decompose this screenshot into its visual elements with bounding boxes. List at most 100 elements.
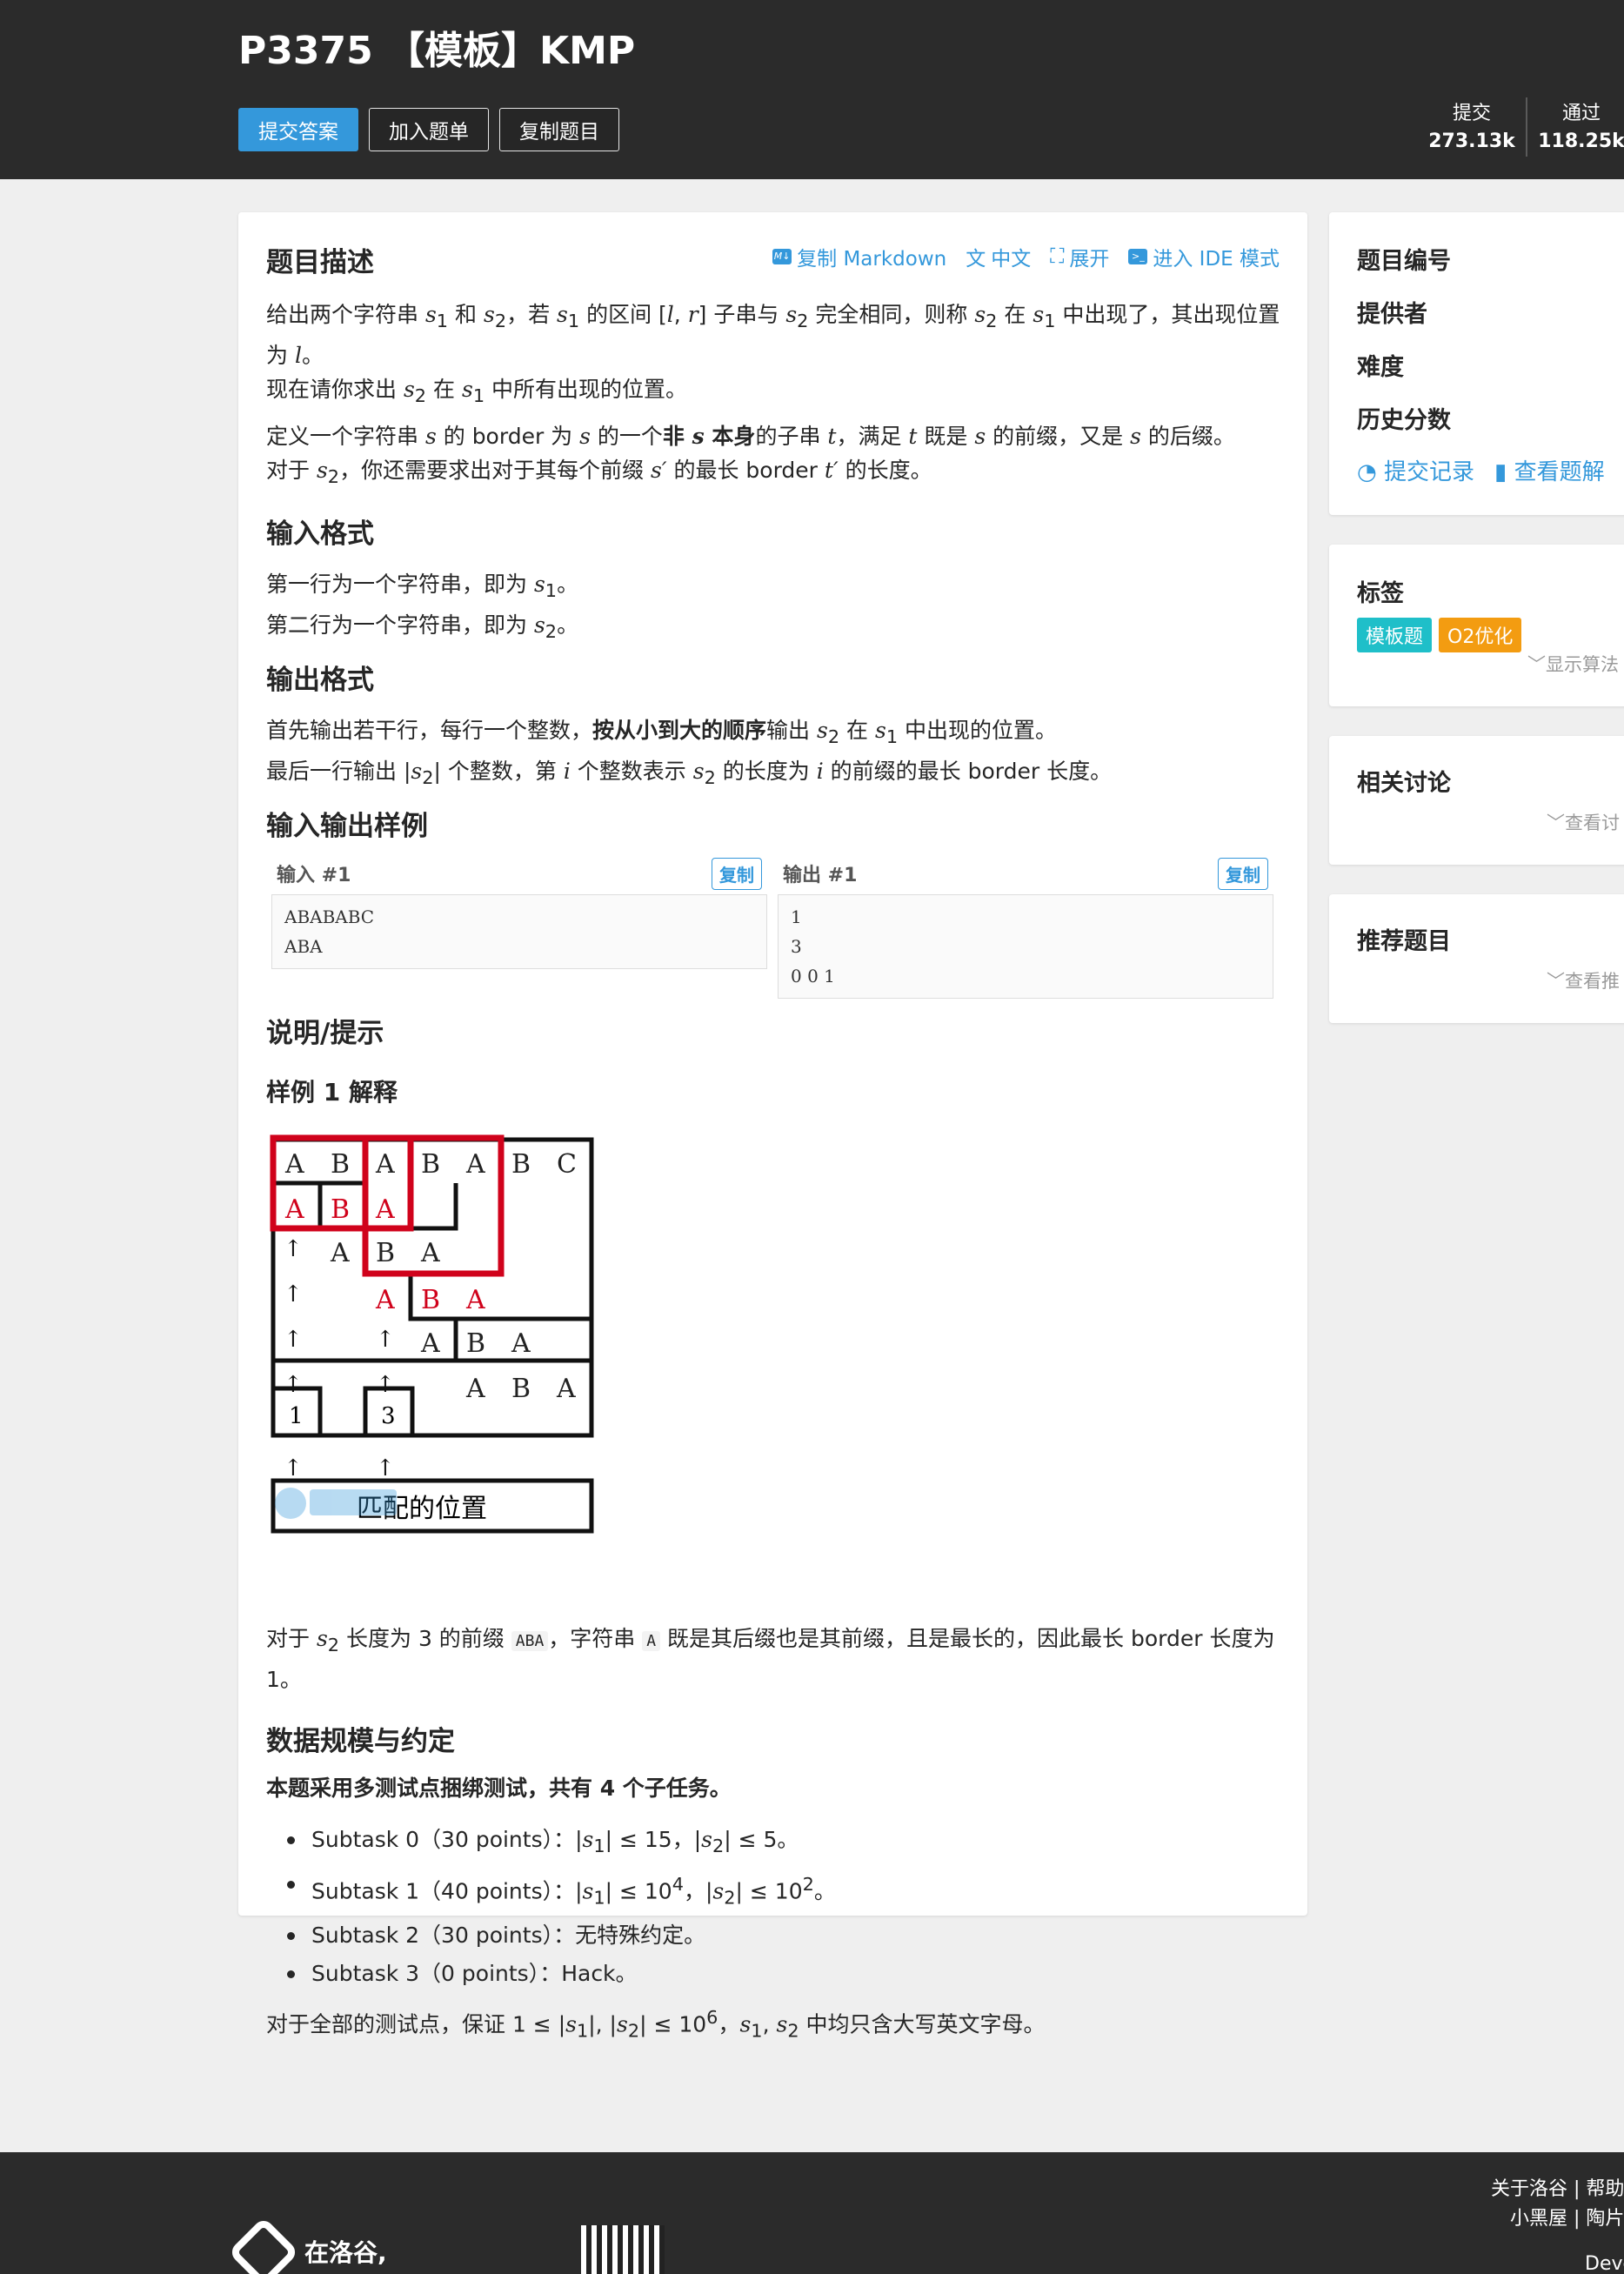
subtask-list: Subtask 0（30 points）：|s1| ≤ 15，|s2| ≤ 5。… — [287, 1821, 836, 1993]
svg-text:↑: ↑ — [376, 1372, 395, 1398]
list-item: Subtask 2（30 points）：无特殊约定。 — [287, 1916, 836, 1955]
discussion-title: 相关讨论 — [1357, 770, 1451, 797]
svg-text:B: B — [421, 1285, 440, 1315]
watermark-logo — [275, 1488, 397, 1519]
tags-list: 模板题 O2优化 — [1357, 618, 1528, 652]
description-text-1: 给出两个字符串 s1 和 s2，若 s1 的区间 [l, r] 子串与 s2 完… — [266, 302, 1280, 406]
recommend-title: 推荐题目 — [1357, 928, 1451, 955]
sample-input-code[interactable]: ABABABC ABA — [271, 894, 767, 969]
view-discussion-link[interactable]: ﹀查看讨 — [1547, 809, 1620, 835]
svg-text:B: B — [331, 1149, 350, 1180]
section-input-title: 输入格式 — [266, 518, 374, 550]
copy-problem-button[interactable]: 复制题目 — [499, 108, 619, 151]
pie-chart-icon: ◔ — [1357, 459, 1377, 485]
info-provider: 提供者 — [1357, 301, 1427, 328]
tag-template[interactable]: 模板题 — [1357, 618, 1433, 652]
sample-explanation-text: 对于 s2 长度为 3 的前缀 ABA ，字符串 A 既是其后缀也是其前缀，且是最… — [266, 1626, 1275, 1692]
svg-text:↑: ↑ — [376, 1455, 395, 1481]
section-samples-title: 输入输出样例 — [266, 811, 428, 842]
sample-output-code[interactable]: 1 3 0 0 1 — [778, 894, 1273, 999]
svg-text:↑: ↑ — [284, 1327, 303, 1353]
output-format-text: 首先输出若干行，每行一个整数，按从小到大的顺序输出 s2 在 s1 中出现的位置… — [266, 718, 1113, 788]
svg-text:A: A — [330, 1238, 350, 1268]
stat-submissions: 提交 273.13k — [1418, 97, 1527, 157]
tag-o2[interactable]: O2优化 — [1439, 618, 1522, 652]
problem-title: P3375 【模板】KMP — [238, 29, 636, 73]
figure-mark-1: 1 — [289, 1403, 304, 1429]
problem-content-card: 题目描述 M↓ 复制 Markdown 文中文 ⛶ 展开 >_ 进入 IDE 模式 给… — [238, 212, 1307, 2041]
svg-text:B: B — [376, 1238, 395, 1268]
figure-mark-3: 3 — [381, 1403, 396, 1429]
svg-text:↑: ↑ — [376, 1327, 395, 1353]
svg-text:B: B — [466, 1328, 485, 1359]
sample-input-block: 输入 #1 复制 ABABABC ABA — [271, 856, 767, 969]
header-actions: 提交答案 加入题单 复制题目 — [238, 108, 619, 151]
translate-icon: 文 — [966, 248, 986, 271]
submit-answer-button[interactable]: 提交答案 — [238, 108, 358, 151]
list-item: Subtask 3（0 points）：Hack。 — [287, 1955, 836, 1993]
svg-text:A: A — [465, 1285, 485, 1315]
svg-text:A: A — [420, 1238, 440, 1268]
chevron-down-icon: ﹀ — [1527, 654, 1546, 675]
description-text-2: 定义一个字符串 s 的 border 为 s 的一个非 s 本身的子串 t，满足… — [266, 424, 1235, 487]
svg-text:↑: ↑ — [284, 1236, 303, 1262]
footer-dev-link[interactable]: Develop — [1585, 2253, 1624, 2274]
input-format-text: 第一行为一个字符串，即为 s1。 第二行为一个字符串，即为 s2。 — [266, 572, 579, 642]
svg-text:A: A — [375, 1149, 395, 1180]
info-history-score: 历史分数 — [1357, 407, 1451, 434]
kmp-matching-figure: ABABABC ABA ABA ABA ABA ABA ↑↑↑↑ ↑↑ ↑ ↑ 1… — [270, 1134, 594, 1534]
svg-text:A: A — [465, 1149, 485, 1180]
footer-links-2[interactable]: 小黑屋 | 陶片 — [1510, 2203, 1624, 2231]
data-intro-text: 本题采用多测试点捆绑测试，共有 4 个子任务。 — [266, 1776, 732, 1801]
qr-code-icon — [581, 2225, 665, 2274]
sample-output-block: 输出 #1 复制 1 3 0 0 1 — [778, 856, 1273, 999]
markdown-icon: M↓ — [772, 249, 792, 264]
stat-accepted: 通过 118.25k — [1527, 97, 1624, 157]
sample-input-label: 输入 #1 — [277, 865, 351, 886]
luogu-logo-icon — [227, 2216, 300, 2274]
view-recommend-link[interactable]: ﹀查看推 — [1547, 967, 1620, 993]
svg-text:B: B — [511, 1149, 531, 1180]
problem-info-card: 题目编号 提供者 难度 历史分数 ◔ 提交记录 ▮ 查看题解 — [1329, 212, 1624, 515]
info-difficulty: 难度 — [1357, 354, 1404, 381]
copy-markdown-link[interactable]: M↓ 复制 Markdown — [772, 242, 946, 271]
footer-links-1[interactable]: 关于洛谷 | 帮助 — [1491, 2173, 1624, 2201]
svg-text:B: B — [511, 1374, 531, 1404]
svg-text:B: B — [421, 1149, 440, 1180]
chevron-down-icon: ﹀ — [1547, 971, 1565, 992]
svg-text:A: A — [556, 1374, 576, 1404]
view-solutions-link[interactable]: ▮ 查看题解 — [1494, 454, 1605, 486]
tags-card: 标签 模板题 O2优化 ﹀显示算法 — [1329, 545, 1624, 706]
svg-text:A: A — [284, 1194, 304, 1225]
problem-stats: 提交 273.13k 通过 118.25k — [1418, 97, 1624, 157]
svg-text:A: A — [465, 1374, 485, 1404]
info-problem-id: 题目编号 — [1357, 248, 1451, 275]
svg-text:A: A — [375, 1285, 395, 1315]
svg-text:A: A — [511, 1328, 531, 1359]
add-to-list-button[interactable]: 加入题单 — [369, 108, 489, 151]
show-algorithm-toggle[interactable]: ﹀显示算法 — [1527, 651, 1619, 677]
svg-text:A: A — [375, 1194, 395, 1225]
svg-text:A: A — [420, 1328, 440, 1359]
list-item: Subtask 1（40 points）：|s1| ≤ 104，|s2| ≤ 1… — [287, 1865, 836, 1916]
expand-icon: ⛶ — [1050, 245, 1065, 268]
section-data-title: 数据规模与约定 — [266, 1726, 455, 1757]
data-constraint-text: 对于全部的测试点，保证 1 ≤ |s1|, |s2| ≤ 106，s1, s2 … — [266, 2007, 1046, 2042]
tags-title: 标签 — [1357, 580, 1404, 607]
copy-output-button[interactable]: 复制 — [1218, 857, 1268, 890]
expand-link[interactable]: ⛶ 展开 — [1050, 242, 1109, 271]
svg-text:↑: ↑ — [284, 1281, 303, 1308]
problem-toolbar: M↓ 复制 Markdown 文中文 ⛶ 展开 >_ 进入 IDE 模式 — [772, 242, 1280, 271]
submission-records-link[interactable]: ◔ 提交记录 — [1357, 454, 1474, 486]
section-description-title: 题目描述 — [266, 247, 374, 278]
section-output-title: 输出格式 — [266, 665, 374, 696]
copy-input-button[interactable]: 复制 — [712, 857, 762, 890]
ide-mode-link[interactable]: >_ 进入 IDE 模式 — [1128, 242, 1280, 271]
discussion-card: 相关讨论 ﹀查看讨 — [1329, 736, 1624, 865]
site-footer: 在洛谷, 关于洛谷 | 帮助 小黑屋 | 陶片 Develop — [0, 2152, 1624, 2274]
language-link[interactable]: 文中文 — [966, 242, 1031, 271]
sample-explanation-title: 样例 1 解释 — [266, 1078, 398, 1107]
svg-text:↑: ↑ — [284, 1455, 303, 1481]
svg-text:↑: ↑ — [284, 1372, 303, 1398]
sample-output-label: 输出 #1 — [783, 865, 858, 886]
